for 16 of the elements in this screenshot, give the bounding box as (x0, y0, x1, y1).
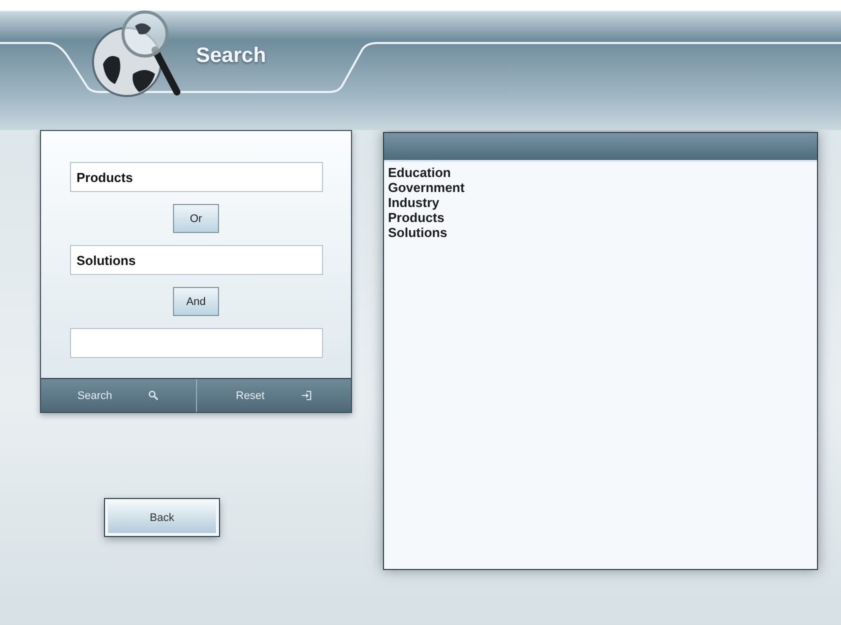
result-item[interactable]: Products (388, 210, 813, 225)
search-term-field[interactable]: Solutions (70, 245, 322, 275)
search-term-field[interactable] (70, 328, 322, 358)
result-item[interactable]: Solutions (388, 225, 813, 240)
result-item[interactable]: Industry (388, 195, 813, 210)
result-item[interactable]: Government (388, 180, 813, 195)
page-title: Search (196, 44, 266, 68)
search-icon (148, 390, 160, 401)
operator-button[interactable]: Or (173, 204, 219, 233)
back-button[interactable]: Back (105, 499, 219, 536)
search-button[interactable]: Search (41, 379, 196, 412)
exit-icon (300, 390, 312, 401)
operator-button[interactable]: And (173, 287, 219, 316)
result-item[interactable]: Education (388, 165, 813, 180)
search-term-field[interactable]: Products (70, 162, 322, 192)
reset-button[interactable]: Reset (196, 379, 351, 412)
